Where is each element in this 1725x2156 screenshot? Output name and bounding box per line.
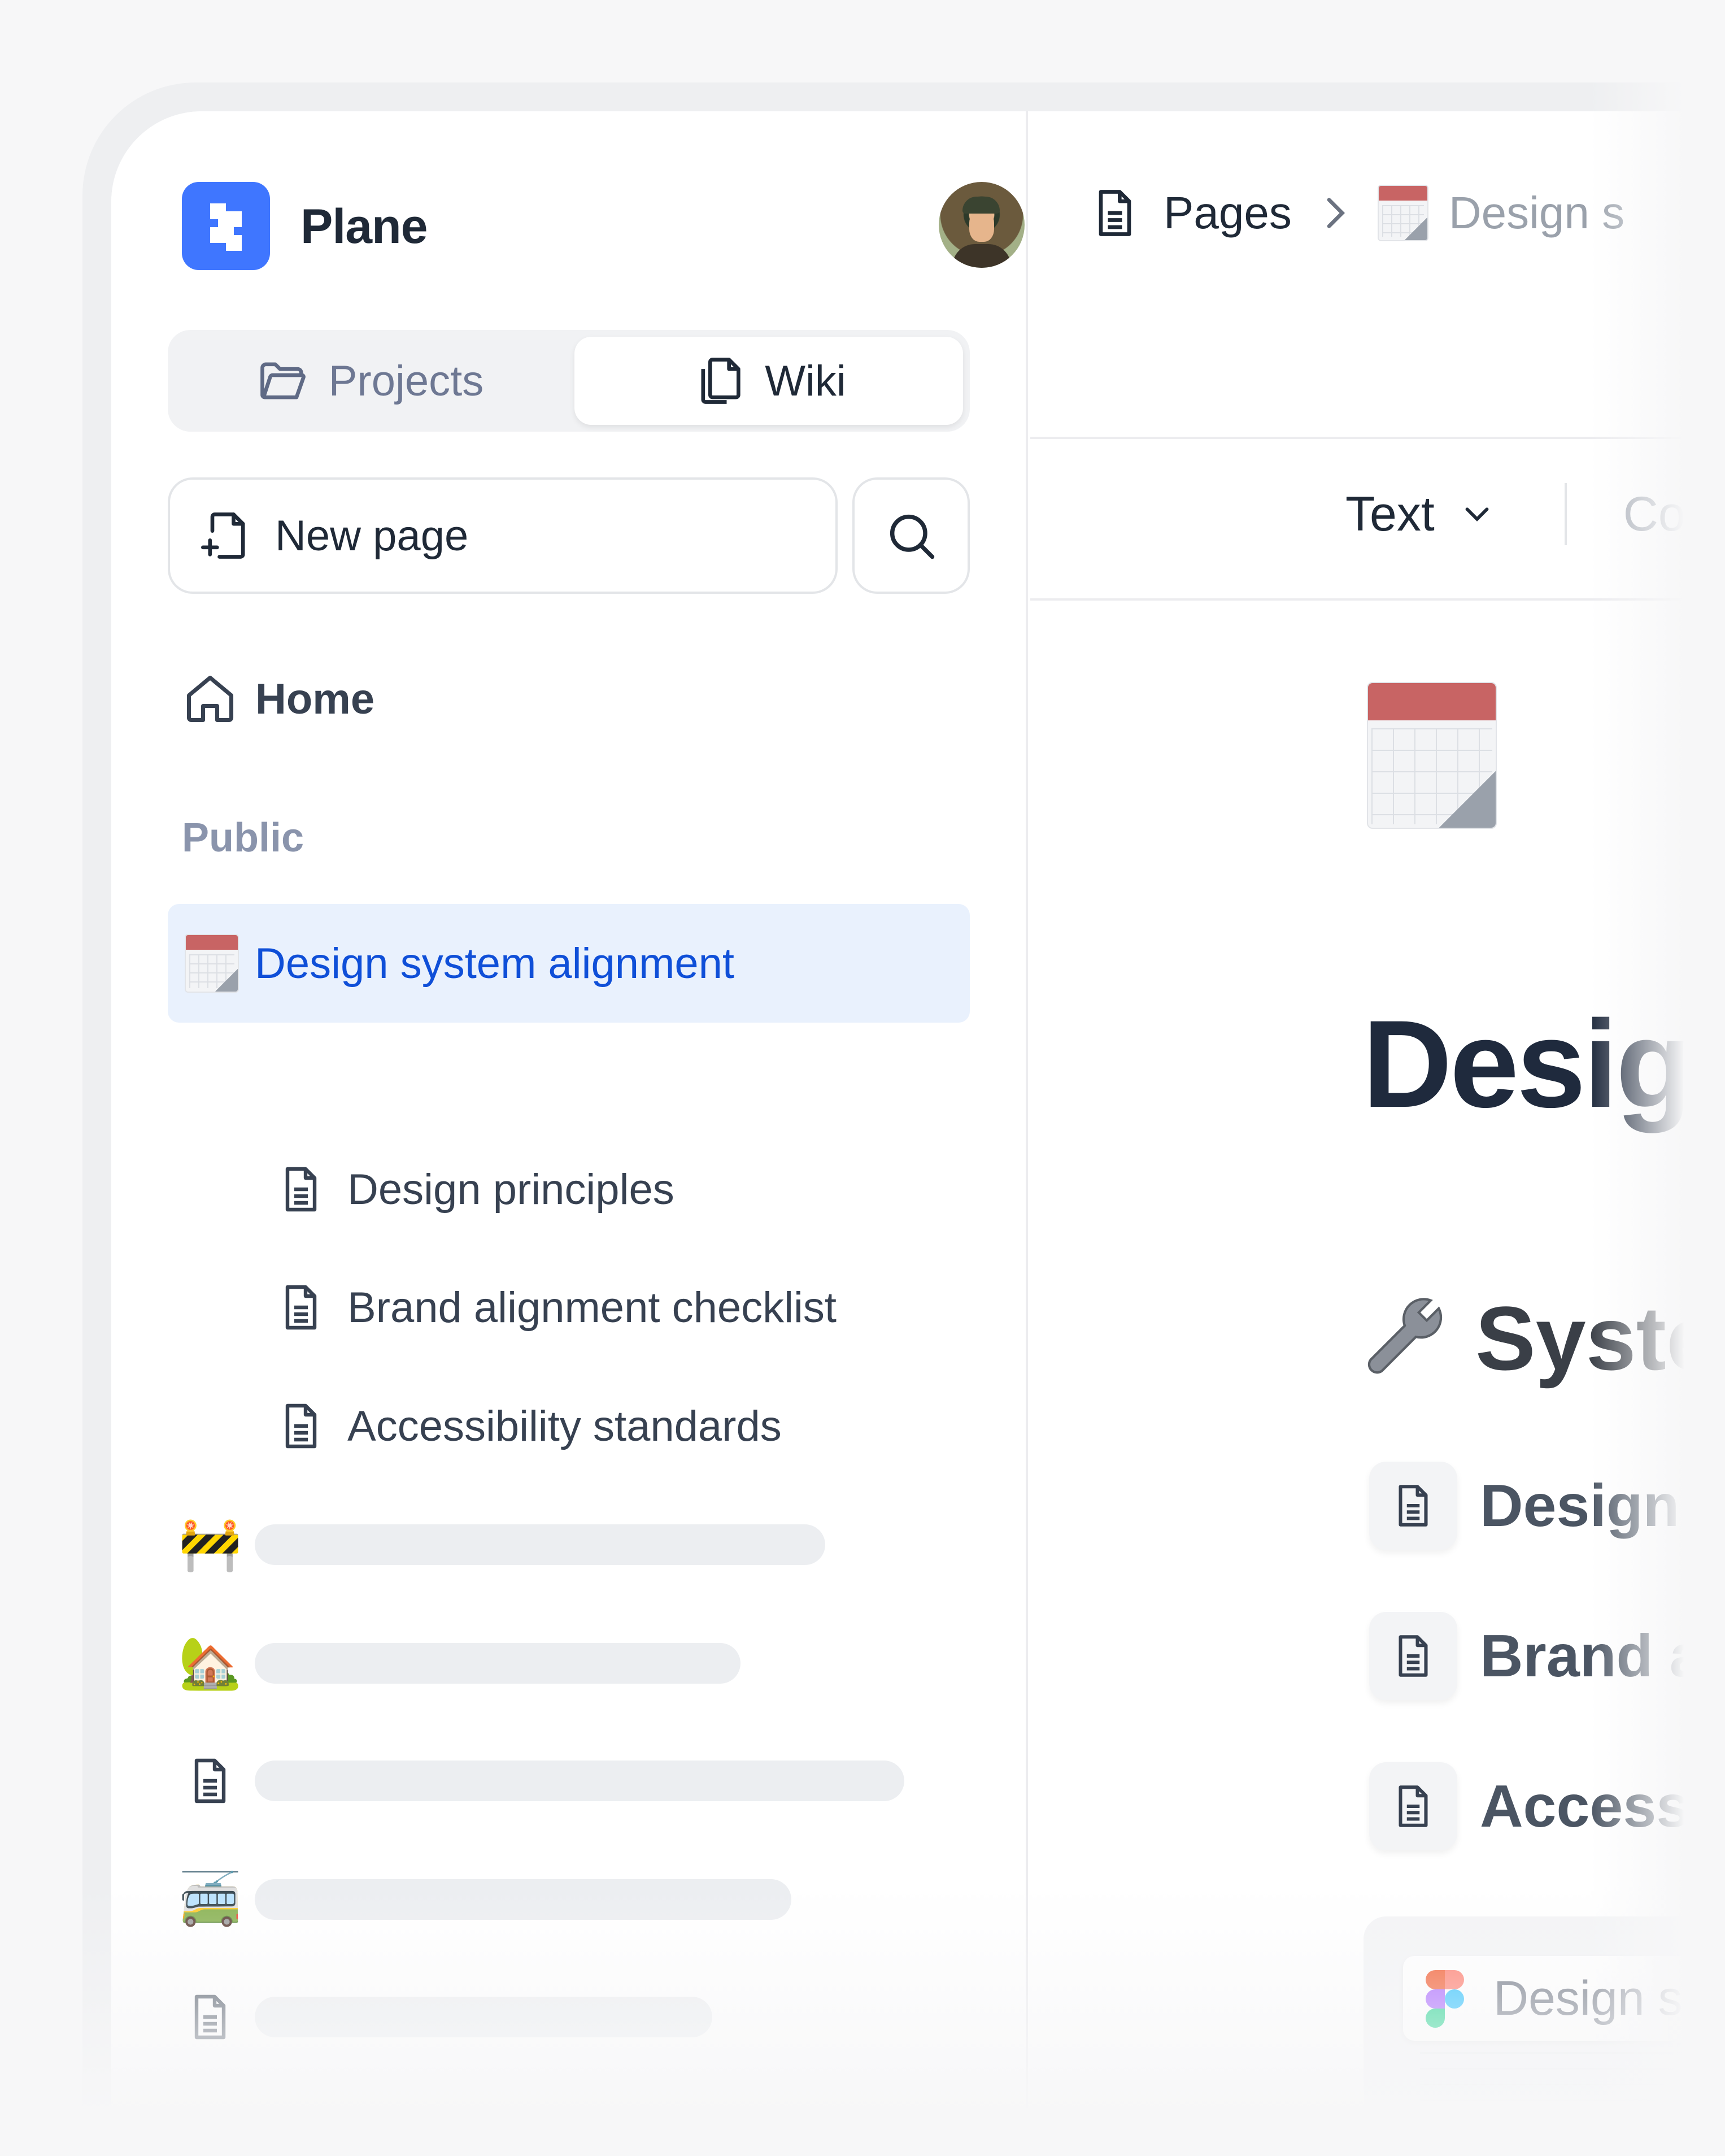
loading-skeleton <box>255 1524 825 1565</box>
figma-embed[interactable]: Design s <box>1364 1916 1725 2156</box>
document-icon <box>285 1167 317 1212</box>
breadcrumb-pages[interactable]: Pages <box>1164 187 1292 239</box>
sidebar-page-label: Design system alignment <box>255 939 735 988</box>
search-button[interactable] <box>852 477 970 594</box>
sidebar: Plane Projects Wiki New page Home Public… <box>111 111 1028 2156</box>
sidebar-header: Plane <box>182 182 1025 272</box>
loading-skeleton <box>255 1879 791 1920</box>
sidebar-item-home[interactable]: Home <box>182 665 374 733</box>
breadcrumb-current-page[interactable]: Design s <box>1449 187 1624 239</box>
sidebar-page-label: Design principles <box>347 1165 674 1214</box>
sidebar-page-brand-alignment-checklist[interactable]: Brand alignment checklist <box>274 1271 837 1344</box>
figma-embed-header: Design s <box>1403 1956 1725 2041</box>
user-avatar[interactable] <box>939 182 1025 268</box>
page-editor: Pages Design s Text Color Desig Syste <box>1030 111 1725 2156</box>
sidebar-page-label: Brand alignment checklist <box>347 1283 837 1332</box>
sidebar-page-accessibility-standards[interactable]: Accessibility standards <box>274 1389 782 1463</box>
sidebar-page-design-system-alignment[interactable]: Design system alignment <box>168 904 970 1023</box>
document-icon <box>1369 1612 1457 1700</box>
sidebar-page-placeholder[interactable] <box>179 1744 904 1818</box>
sidebar-page-placeholder[interactable]: 🚎 <box>178 1863 791 1936</box>
document-icon <box>179 1750 241 1812</box>
breadcrumb: Pages Design s <box>1087 185 1624 241</box>
tab-projects-label: Projects <box>328 357 484 405</box>
file-plus-icon <box>201 512 245 559</box>
new-page-label: New page <box>275 511 469 560</box>
divider <box>1030 598 1725 601</box>
calendar-icon <box>1367 682 1497 829</box>
page-icon[interactable] <box>1367 682 1497 829</box>
search-icon <box>890 514 935 559</box>
app-title: Plane <box>300 199 428 254</box>
calendar-icon <box>1377 185 1428 241</box>
section-heading[interactable]: Syste <box>1357 1286 1717 1390</box>
toolbar-divider <box>1564 483 1567 545</box>
chevron-down-icon[interactable] <box>1457 494 1497 534</box>
page-link[interactable]: Brand a <box>1369 1612 1703 1700</box>
document-icon <box>285 1403 317 1449</box>
chevron-right-icon <box>1327 198 1345 228</box>
document-icon <box>285 1285 317 1330</box>
figma-icon <box>1426 1970 1465 2028</box>
folder-open-icon <box>260 362 306 399</box>
page-link-label: Design <box>1480 1472 1680 1539</box>
sidebar-item-home-label: Home <box>255 675 375 723</box>
construction-barrier-icon: 🚧 <box>178 1516 242 1573</box>
wrench-icon <box>1367 1298 1443 1374</box>
tab-wiki-label: Wiki <box>765 357 846 405</box>
document-icon <box>179 1986 241 2048</box>
tab-wiki[interactable]: Wiki <box>574 337 963 425</box>
house-with-garden-icon: 🏡 <box>178 1635 242 1692</box>
tab-projects[interactable]: Projects <box>175 337 564 425</box>
section-label-public: Public <box>182 815 304 860</box>
new-page-button[interactable]: New page <box>168 477 838 594</box>
loading-skeleton <box>255 1643 740 1684</box>
page-link[interactable]: Design <box>1369 1462 1679 1550</box>
sidebar-page-placeholder[interactable]: 🚧 <box>178 1508 825 1581</box>
sidebar-page-placeholder[interactable]: 🏡 <box>178 1627 740 1700</box>
loading-skeleton <box>255 1997 712 2037</box>
page-link[interactable]: Access <box>1369 1762 1689 1850</box>
calendar-icon <box>185 934 239 993</box>
sidebar-page-design-principles[interactable]: Design principles <box>274 1153 674 1226</box>
figma-embed-title: Design s <box>1493 1971 1683 2025</box>
sidebar-page-placeholder[interactable] <box>179 2099 599 2156</box>
sidebar-page-label: Accessibility standards <box>347 1402 782 1450</box>
app-window: Plane Projects Wiki New page Home Public… <box>111 111 1725 2156</box>
loading-skeleton <box>255 1761 904 1801</box>
sidebar-page-placeholder[interactable] <box>179 1980 712 2054</box>
document-icon <box>1369 1762 1457 1850</box>
files-icon <box>701 358 740 404</box>
document-icon <box>1099 190 1131 236</box>
page-title[interactable]: Desig <box>1362 993 1692 1136</box>
page-link-label: Access <box>1480 1772 1690 1840</box>
section-heading-text: Syste <box>1475 1288 1717 1389</box>
document-icon <box>179 2105 241 2156</box>
document-icon <box>1369 1462 1457 1550</box>
text-style-dropdown[interactable]: Text <box>1345 486 1435 542</box>
color-dropdown[interactable]: Color <box>1623 486 1725 542</box>
home-icon <box>186 675 234 723</box>
figma-preview <box>1420 2052 1725 2156</box>
page-link-label: Brand a <box>1480 1622 1703 1689</box>
plane-logo-icon[interactable] <box>182 182 270 270</box>
trolleybus-icon: 🚎 <box>178 1871 242 1928</box>
divider <box>1030 437 1725 439</box>
editor-toolbar: Text Color <box>1345 483 1725 545</box>
workspace-switcher: Projects Wiki <box>168 330 970 432</box>
loading-skeleton <box>255 2115 599 2156</box>
